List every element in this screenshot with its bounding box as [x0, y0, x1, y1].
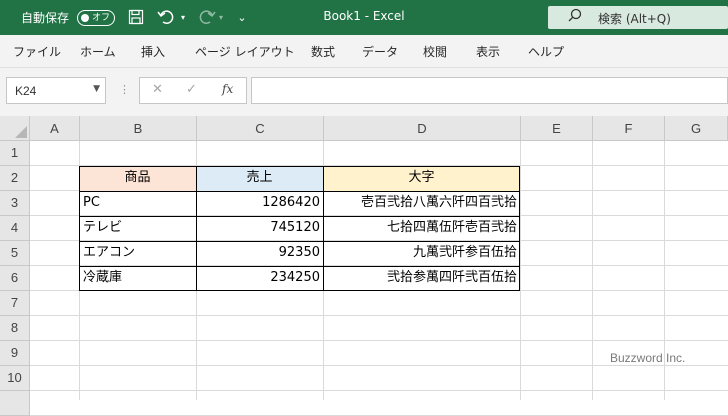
column-header-a[interactable]: A: [30, 116, 80, 141]
header-cell-daiji[interactable]: 大字: [323, 166, 520, 191]
watermark: Buzzword Inc.: [610, 351, 686, 365]
enter-check-icon[interactable]: ✓: [186, 82, 197, 97]
table-border: [79, 166, 520, 167]
table-cell[interactable]: 234250: [196, 266, 323, 291]
gridline: [30, 390, 728, 391]
select-all-triangle-icon: [15, 126, 27, 138]
row-header-9[interactable]: 9: [0, 341, 30, 366]
tab-page-layout[interactable]: ページ レイアウト: [195, 43, 295, 60]
insert-function-icon[interactable]: fx: [222, 82, 233, 96]
formula-buttons: ✕ ✓ fx: [139, 77, 247, 104]
column-header-b[interactable]: B: [80, 116, 197, 141]
column-header-e[interactable]: E: [521, 116, 593, 141]
gridline: [592, 141, 593, 400]
tab-view[interactable]: 表示: [476, 43, 500, 60]
row-header-7[interactable]: 7: [0, 291, 30, 316]
row-header-5[interactable]: 5: [0, 241, 30, 266]
table-cell[interactable]: 1286420: [196, 191, 323, 216]
tab-file[interactable]: ファイル: [13, 43, 61, 60]
more-options-icon[interactable]: ⋮: [119, 83, 130, 96]
row-header-6[interactable]: 6: [0, 266, 30, 291]
search-box[interactable]: 検索 (Alt+Q): [548, 6, 728, 29]
chevron-down-icon[interactable]: ▼: [93, 84, 100, 94]
gridline: [30, 340, 728, 341]
table-cell[interactable]: 冷蔵庫: [79, 266, 196, 291]
table-border: [79, 191, 520, 192]
row-header-11[interactable]: [0, 391, 30, 416]
formula-bar: K24 ▼ ⋮ ✕ ✓ fx: [0, 68, 728, 116]
row-header-3[interactable]: 3: [0, 191, 30, 216]
name-box-value: K24: [15, 84, 37, 98]
column-header-g[interactable]: G: [665, 116, 728, 141]
column-header-f[interactable]: F: [593, 116, 665, 141]
table-cell[interactable]: 九萬弐阡参百伍拾: [323, 241, 520, 266]
table-border: [79, 166, 80, 291]
table-border: [79, 290, 520, 291]
table-border: [79, 241, 520, 242]
title-bar: 自動保存 オフ ▾ ▾ ⌄ Book1 - Excel 検索 (Alt+Q): [0, 0, 728, 35]
select-all-button[interactable]: [0, 116, 30, 141]
row-header-8[interactable]: 8: [0, 316, 30, 341]
table-cell[interactable]: テレビ: [79, 216, 196, 241]
row-header-10[interactable]: 10: [0, 366, 30, 391]
data-table: 商品 売上 大字 PC 1286420 壱百弐拾八萬六阡四百弐拾 テレビ 745…: [79, 166, 520, 291]
table-cell[interactable]: 七拾四萬伍阡壱百弐拾: [323, 216, 520, 241]
gridline: [520, 141, 521, 400]
table-border: [79, 266, 520, 267]
tab-data[interactable]: データ: [362, 43, 398, 60]
table-cell[interactable]: エアコン: [79, 241, 196, 266]
formula-input[interactable]: [251, 77, 728, 104]
ribbon-tabs: ファイル ホーム 挿入 ページ レイアウト 数式 データ 校閲 表示 ヘルプ: [0, 35, 728, 68]
gridline: [30, 315, 728, 316]
tab-review[interactable]: 校閲: [423, 43, 447, 60]
cancel-icon[interactable]: ✕: [152, 82, 163, 97]
row-header-2[interactable]: 2: [0, 166, 30, 191]
table-border: [79, 216, 520, 217]
table-cell[interactable]: 92350: [196, 241, 323, 266]
table-border: [196, 166, 197, 291]
gridline: [30, 365, 728, 366]
search-icon: [568, 8, 582, 26]
table-cell[interactable]: 745120: [196, 216, 323, 241]
search-placeholder: 検索 (Alt+Q): [598, 12, 671, 26]
tab-help[interactable]: ヘルプ: [528, 43, 564, 60]
column-header-c[interactable]: C: [197, 116, 324, 141]
header-cell-product[interactable]: 商品: [79, 166, 196, 191]
tab-insert[interactable]: 挿入: [141, 43, 165, 60]
row-header-4[interactable]: 4: [0, 216, 30, 241]
table-cell[interactable]: PC: [79, 191, 196, 216]
header-cell-sales[interactable]: 売上: [196, 166, 323, 191]
table-border: [519, 166, 520, 291]
tab-home[interactable]: ホーム: [80, 43, 116, 60]
worksheet-grid[interactable]: A B C D E F G 1 2 3 4 5 6 7 8 9 10 商品 売上…: [0, 116, 728, 416]
table-cell[interactable]: 弐拾参萬四阡弐百伍拾: [323, 266, 520, 291]
row-header-1[interactable]: 1: [0, 141, 30, 166]
table-cell[interactable]: 壱百弐拾八萬六阡四百弐拾: [323, 191, 520, 216]
table-border: [323, 166, 324, 291]
column-header-d[interactable]: D: [324, 116, 521, 141]
name-box[interactable]: K24 ▼: [6, 77, 106, 104]
tab-formulas[interactable]: 数式: [311, 43, 335, 60]
